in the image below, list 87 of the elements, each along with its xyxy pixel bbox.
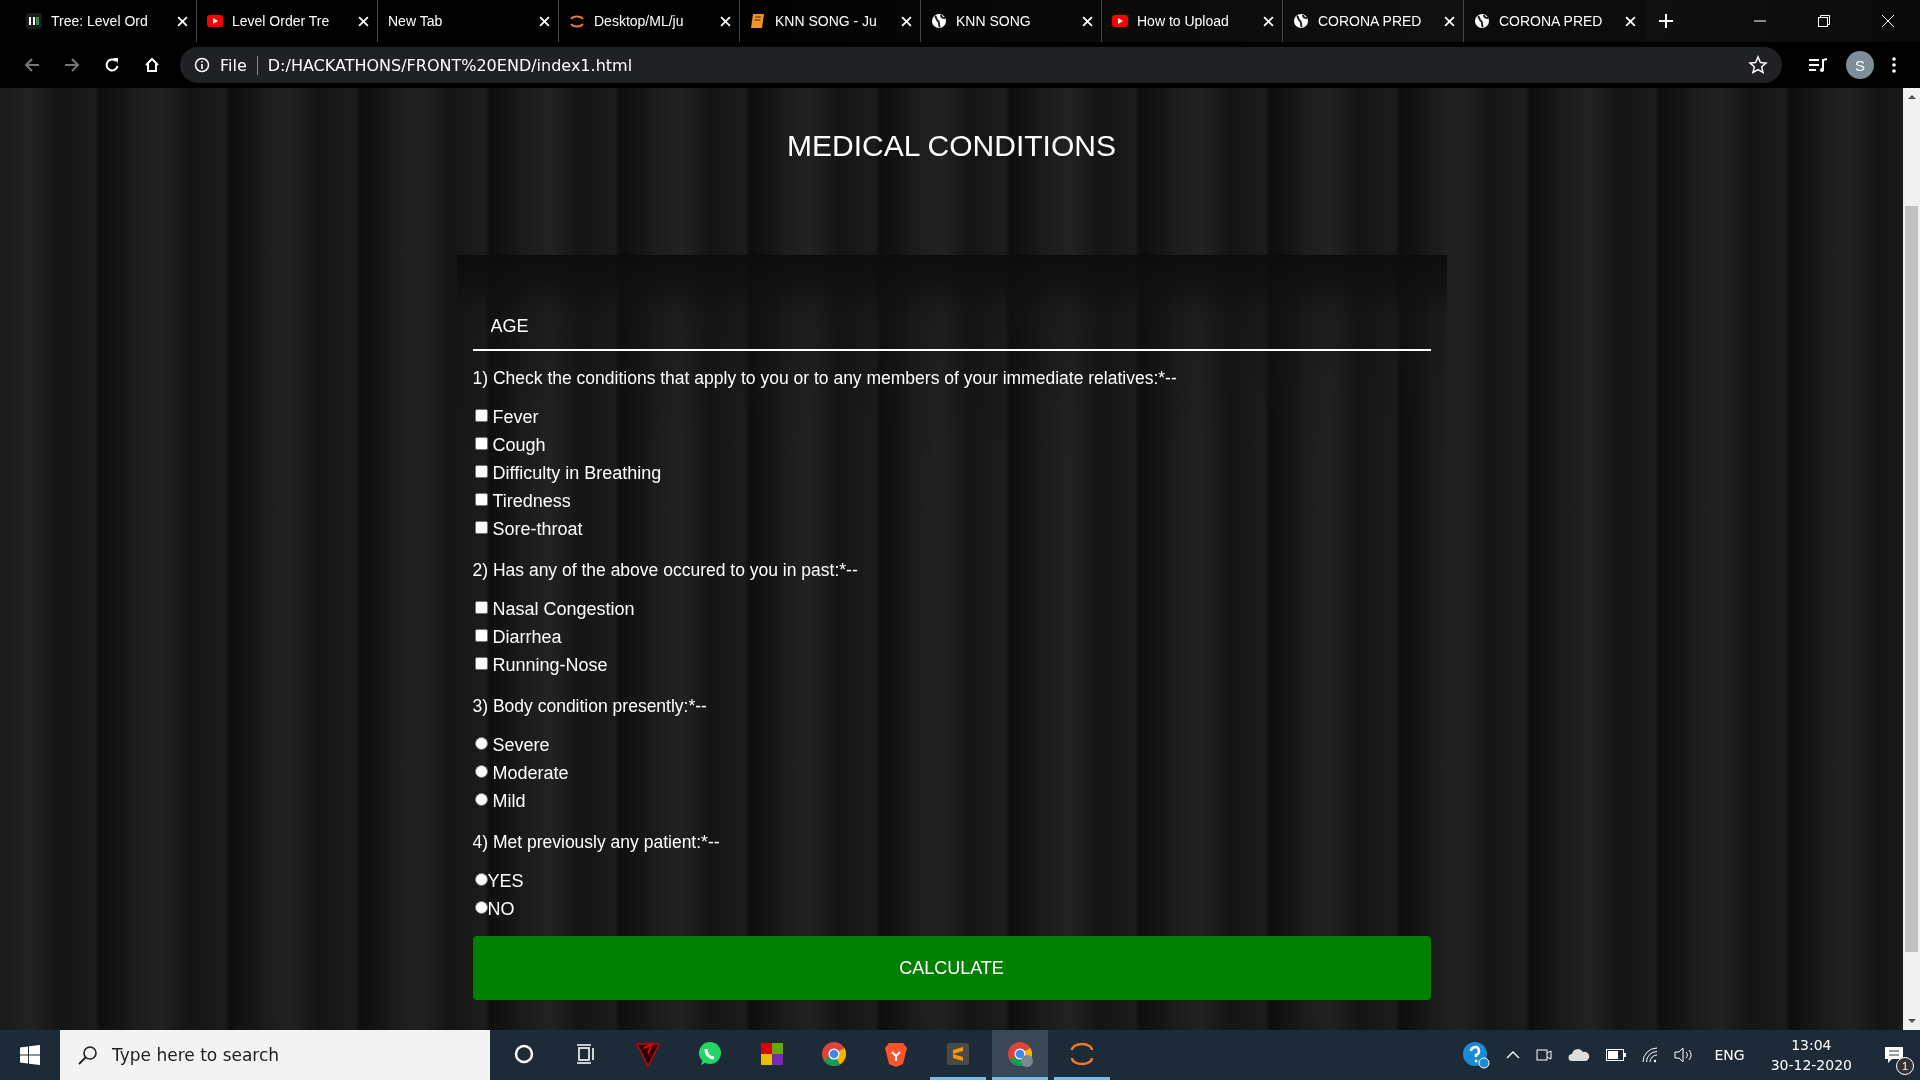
- help-icon[interactable]: [1462, 1041, 1491, 1069]
- playlist-icon[interactable]: [1808, 57, 1828, 73]
- menu-icon[interactable]: [1892, 57, 1896, 73]
- question-text: 1) Check the conditions that apply to you or to any members of your immediate relatives:*--: [472, 367, 1178, 390]
- radio-button[interactable]: [474, 765, 488, 778]
- checkbox[interactable]: [474, 409, 488, 422]
- browser-tab[interactable]: CORONA PRED: [1464, 0, 1645, 42]
- option-label: YES: [487, 870, 524, 892]
- option-label: Fever: [492, 406, 539, 428]
- taskbar-search-field[interactable]: Type here to search: [60, 1030, 490, 1080]
- chat-bubble-icon: [696, 1039, 724, 1068]
- checkbox[interactable]: [474, 601, 488, 614]
- option-label: Moderate: [492, 762, 569, 784]
- option-label: Difficulty in Breathing: [492, 462, 662, 484]
- close-icon[interactable]: [720, 15, 731, 27]
- scroll-up-arrow-icon[interactable]: [1906, 94, 1917, 100]
- chrome-icon: [820, 1039, 848, 1068]
- play-icon: [1112, 13, 1128, 29]
- notification-icon[interactable]: [1884, 1046, 1904, 1064]
- option-label: Nasal Congestion: [492, 598, 635, 620]
- globe-icon: [1474, 13, 1490, 29]
- option-label: Diarrhea: [492, 626, 562, 648]
- url-text: D:/HACKATHONS/FRONT%20END/index1.html: [267, 55, 633, 75]
- option-label: Severe: [492, 734, 550, 756]
- speaker-icon[interactable]: [1674, 1047, 1695, 1063]
- search-icon: [78, 1045, 98, 1065]
- close-icon[interactable]: [901, 15, 912, 27]
- close-icon[interactable]: [177, 15, 188, 27]
- windows-logo-icon[interactable]: [20, 1045, 40, 1065]
- add-icon[interactable]: [1659, 14, 1673, 28]
- address-bar[interactable]: File D:/HACKATHONS/FRONT%20END/index1.html: [180, 47, 1782, 83]
- question-text: 4) Met previously any patient:*--: [472, 831, 721, 854]
- close-icon[interactable]: [1625, 15, 1636, 27]
- close-icon[interactable]: [1263, 15, 1274, 27]
- page-heading: MEDICAL CONDITIONS: [787, 128, 1116, 164]
- radio-button[interactable]: [474, 901, 488, 914]
- checkbox[interactable]: [474, 521, 488, 534]
- option-label: Mild: [492, 790, 526, 812]
- checkbox[interactable]: [474, 493, 488, 506]
- url-scheme: File: [220, 55, 258, 75]
- close-icon[interactable]: [1444, 15, 1455, 27]
- checkbox[interactable]: [474, 629, 488, 642]
- chevron-up-icon[interactable]: [1506, 1051, 1521, 1059]
- back-arrow-icon[interactable]: [24, 57, 40, 73]
- wifi-icon[interactable]: [1642, 1047, 1659, 1063]
- scrollbar[interactable]: [1903, 88, 1920, 1030]
- battery-icon[interactable]: [1606, 1049, 1627, 1061]
- reload-icon[interactable]: [104, 57, 120, 73]
- cloud-icon[interactable]: [1568, 1048, 1591, 1062]
- globe-icon: [1293, 13, 1309, 29]
- forward-arrow-icon[interactable]: [64, 57, 80, 73]
- language-indicator[interactable]: ENG: [1714, 1047, 1745, 1063]
- radio-button[interactable]: [474, 873, 488, 886]
- globe-icon: [931, 13, 947, 29]
- logo-icon: [26, 13, 42, 29]
- star-icon[interactable]: [1748, 55, 1768, 75]
- chrome-icon: [1006, 1039, 1034, 1068]
- option-label: Running-Nose: [492, 654, 608, 676]
- play-icon: [207, 13, 223, 29]
- triangle-logo-icon: [634, 1039, 662, 1068]
- close-icon[interactable]: [358, 15, 369, 27]
- radio-button[interactable]: [474, 737, 488, 750]
- question-text: 2) Has any of the above occured to you in past:*--: [472, 559, 859, 582]
- calculate-button[interactable]: CALCULATE: [472, 936, 1431, 1000]
- close-icon[interactable]: [539, 15, 550, 27]
- home-icon[interactable]: [144, 57, 160, 73]
- notification-count-badge: 1: [1896, 1057, 1914, 1075]
- ring-icon: [569, 13, 585, 29]
- book-icon: [750, 13, 766, 29]
- info-icon[interactable]: [194, 57, 210, 73]
- camera-icon[interactable]: [1536, 1047, 1553, 1063]
- question-text: 3) Body condition presently:*--: [472, 695, 708, 718]
- close-icon[interactable]: [1882, 15, 1894, 27]
- close-icon[interactable]: [1082, 15, 1093, 27]
- option-label: Sore-throat: [492, 518, 583, 540]
- option-label: Cough: [492, 434, 546, 456]
- option-label: Tiredness: [492, 490, 571, 512]
- clock-date[interactable]: 30-12-2020: [1770, 1055, 1852, 1075]
- scroll-down-arrow-icon[interactable]: [1906, 1018, 1917, 1024]
- age-field[interactable]: AGE: [472, 303, 1431, 351]
- checkbox[interactable]: [474, 657, 488, 670]
- checkbox[interactable]: [474, 465, 488, 478]
- radio-button[interactable]: [474, 793, 488, 806]
- restore-icon[interactable]: [1818, 15, 1830, 27]
- option-label: NO: [487, 898, 515, 920]
- clock-time[interactable]: 13:04: [1791, 1035, 1832, 1055]
- checkbox[interactable]: [474, 437, 488, 450]
